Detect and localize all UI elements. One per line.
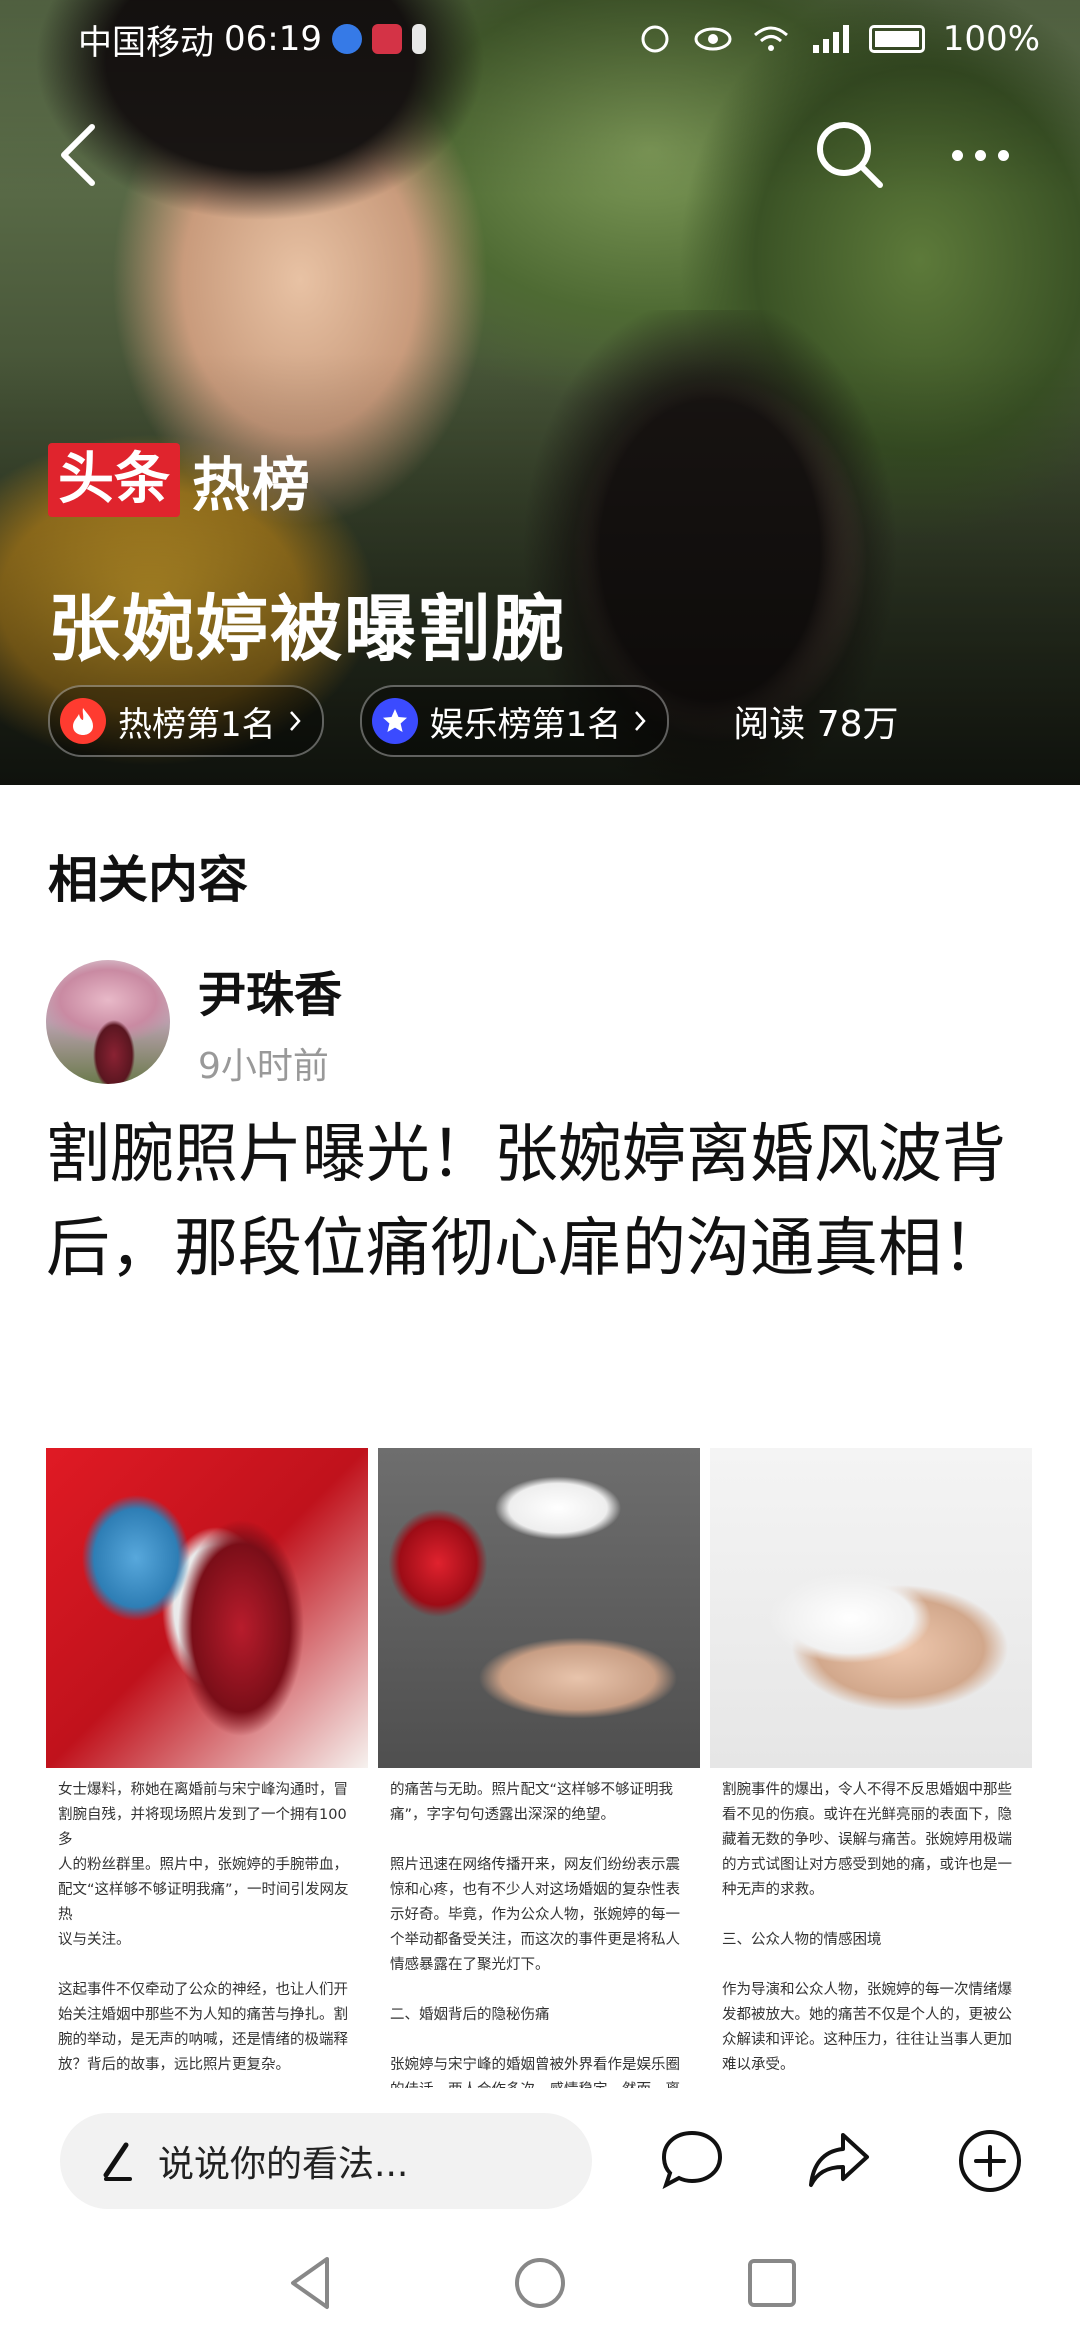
section-title: 相关内容 <box>48 851 248 909</box>
post-time: 9小时前 <box>198 1046 329 1087</box>
read-count: 阅读 78万 <box>733 704 899 745</box>
status-bar: 中国移动 06:19 100% <box>78 14 1040 64</box>
more-dots-icon <box>998 150 1009 161</box>
brand-part2: 热榜 <box>192 451 313 519</box>
search-button[interactable] <box>810 115 890 195</box>
wifi-icon <box>753 26 788 51</box>
thumbnail-text: 割腕事件的爆出，令人不得不反思婚姻中那些 看不见的伤痕。或许在光鲜亮丽的表面下，… <box>722 1782 1012 2073</box>
bottom-action-bar: 说说你的看法... <box>0 2105 1080 2235</box>
nav-recent-icon[interactable] <box>744 2255 800 2311</box>
back-button[interactable] <box>50 115 110 195</box>
eye-icon <box>694 27 732 51</box>
carrier-label: 中国移动 <box>78 22 214 63</box>
comment-placeholder: 说说你的看法... <box>158 2144 409 2185</box>
nav-home-icon[interactable] <box>512 2255 568 2311</box>
nav-back-icon[interactable] <box>283 2253 339 2313</box>
ent-rank-pill[interactable]: 娱乐榜第1名 <box>359 685 670 757</box>
pen-icon <box>103 2142 132 2181</box>
back-arrow-icon <box>61 124 95 186</box>
more-dots-icon <box>975 150 986 161</box>
thumbnail-image[interactable]: 女士爆料，称她在离婚前与宋宁峰沟通时，冒 割腕自残，并将现场照片发到了一个拥有1… <box>46 1448 368 2088</box>
thumbnail-text: 女士爆料，称她在离婚前与宋宁峰沟通时，冒 割腕自残，并将现场照片发到了一个拥有1… <box>58 1782 349 2073</box>
battery-percent: 100% <box>942 19 1040 59</box>
comment-input[interactable]: 说说你的看法... <box>60 2113 592 2209</box>
alert-icon <box>411 24 426 54</box>
thumbnail-photo <box>46 1448 368 1768</box>
clock: 06:19 <box>224 19 322 59</box>
author-row[interactable]: 尹珠香 9小时前 <box>46 955 342 1089</box>
app-notification-icon <box>371 24 402 54</box>
thumbnail-image[interactable]: 割腕事件的爆出，令人不得不反思婚姻中那些 看不见的伤痕。或许在光鲜亮丽的表面下，… <box>710 1448 1032 2088</box>
nfc-icon <box>641 25 669 53</box>
thumbnail-text: 的痛苦与无助。照片配文“这样够不够证明我 痛”，字字句句透露出深深的绝望。 照片… <box>390 1782 680 2088</box>
avatar[interactable] <box>46 960 170 1084</box>
hot-rank-pill[interactable]: 热榜第1名 <box>48 685 324 757</box>
star-icon <box>371 698 418 744</box>
fire-icon <box>60 698 106 744</box>
signal-icon <box>812 25 849 53</box>
app-notification-icon <box>331 24 362 54</box>
battery-icon <box>868 25 925 53</box>
author-name[interactable]: 尹珠香 <box>198 955 342 1025</box>
article-thumbnails[interactable]: 女士爆料，称她在离婚前与宋宁峰沟通时，冒 割腕自残，并将现场照片发到了一个拥有1… <box>46 1448 1032 2088</box>
chevron-right-icon <box>635 711 646 731</box>
ent-rank-label: 娱乐榜第1名 <box>429 704 622 745</box>
more-button[interactable] <box>952 150 1009 161</box>
hot-rank-label: 热榜第1名 <box>118 704 276 745</box>
rank-pills: 热榜第1名 娱乐榜第1名 阅读 78万 <box>48 685 899 757</box>
brand-part1: 头条 <box>48 443 180 517</box>
system-nav-bar <box>0 2245 1080 2340</box>
comment-bubble-icon[interactable] <box>656 2125 728 2197</box>
plus-circle-icon[interactable] <box>954 2125 1026 2197</box>
topic-title: 张婉婷被曝割腕 <box>48 587 567 671</box>
article-headline[interactable]: 割腕照片曝光！张婉婷离婚风波背后，那段位痛彻心扉的沟通真相！ <box>46 1108 1036 1296</box>
hot-list-logo: 头条 热榜 <box>48 438 312 522</box>
chevron-right-icon <box>289 711 301 731</box>
hero-banner: 中国移动 06:19 100% 头条 热榜 张婉婷被曝割腕 热榜第1名 娱乐榜第… <box>0 0 1080 785</box>
search-icon <box>817 122 883 188</box>
thumbnail-photo <box>378 1448 700 1768</box>
share-arrow-icon[interactable] <box>803 2125 875 2197</box>
more-dots-icon <box>952 150 963 161</box>
thumbnail-photo <box>710 1448 1032 1768</box>
thumbnail-image[interactable]: 的痛苦与无助。照片配文“这样够不够证明我 痛”，字字句句透露出深深的绝望。 照片… <box>378 1448 700 2088</box>
